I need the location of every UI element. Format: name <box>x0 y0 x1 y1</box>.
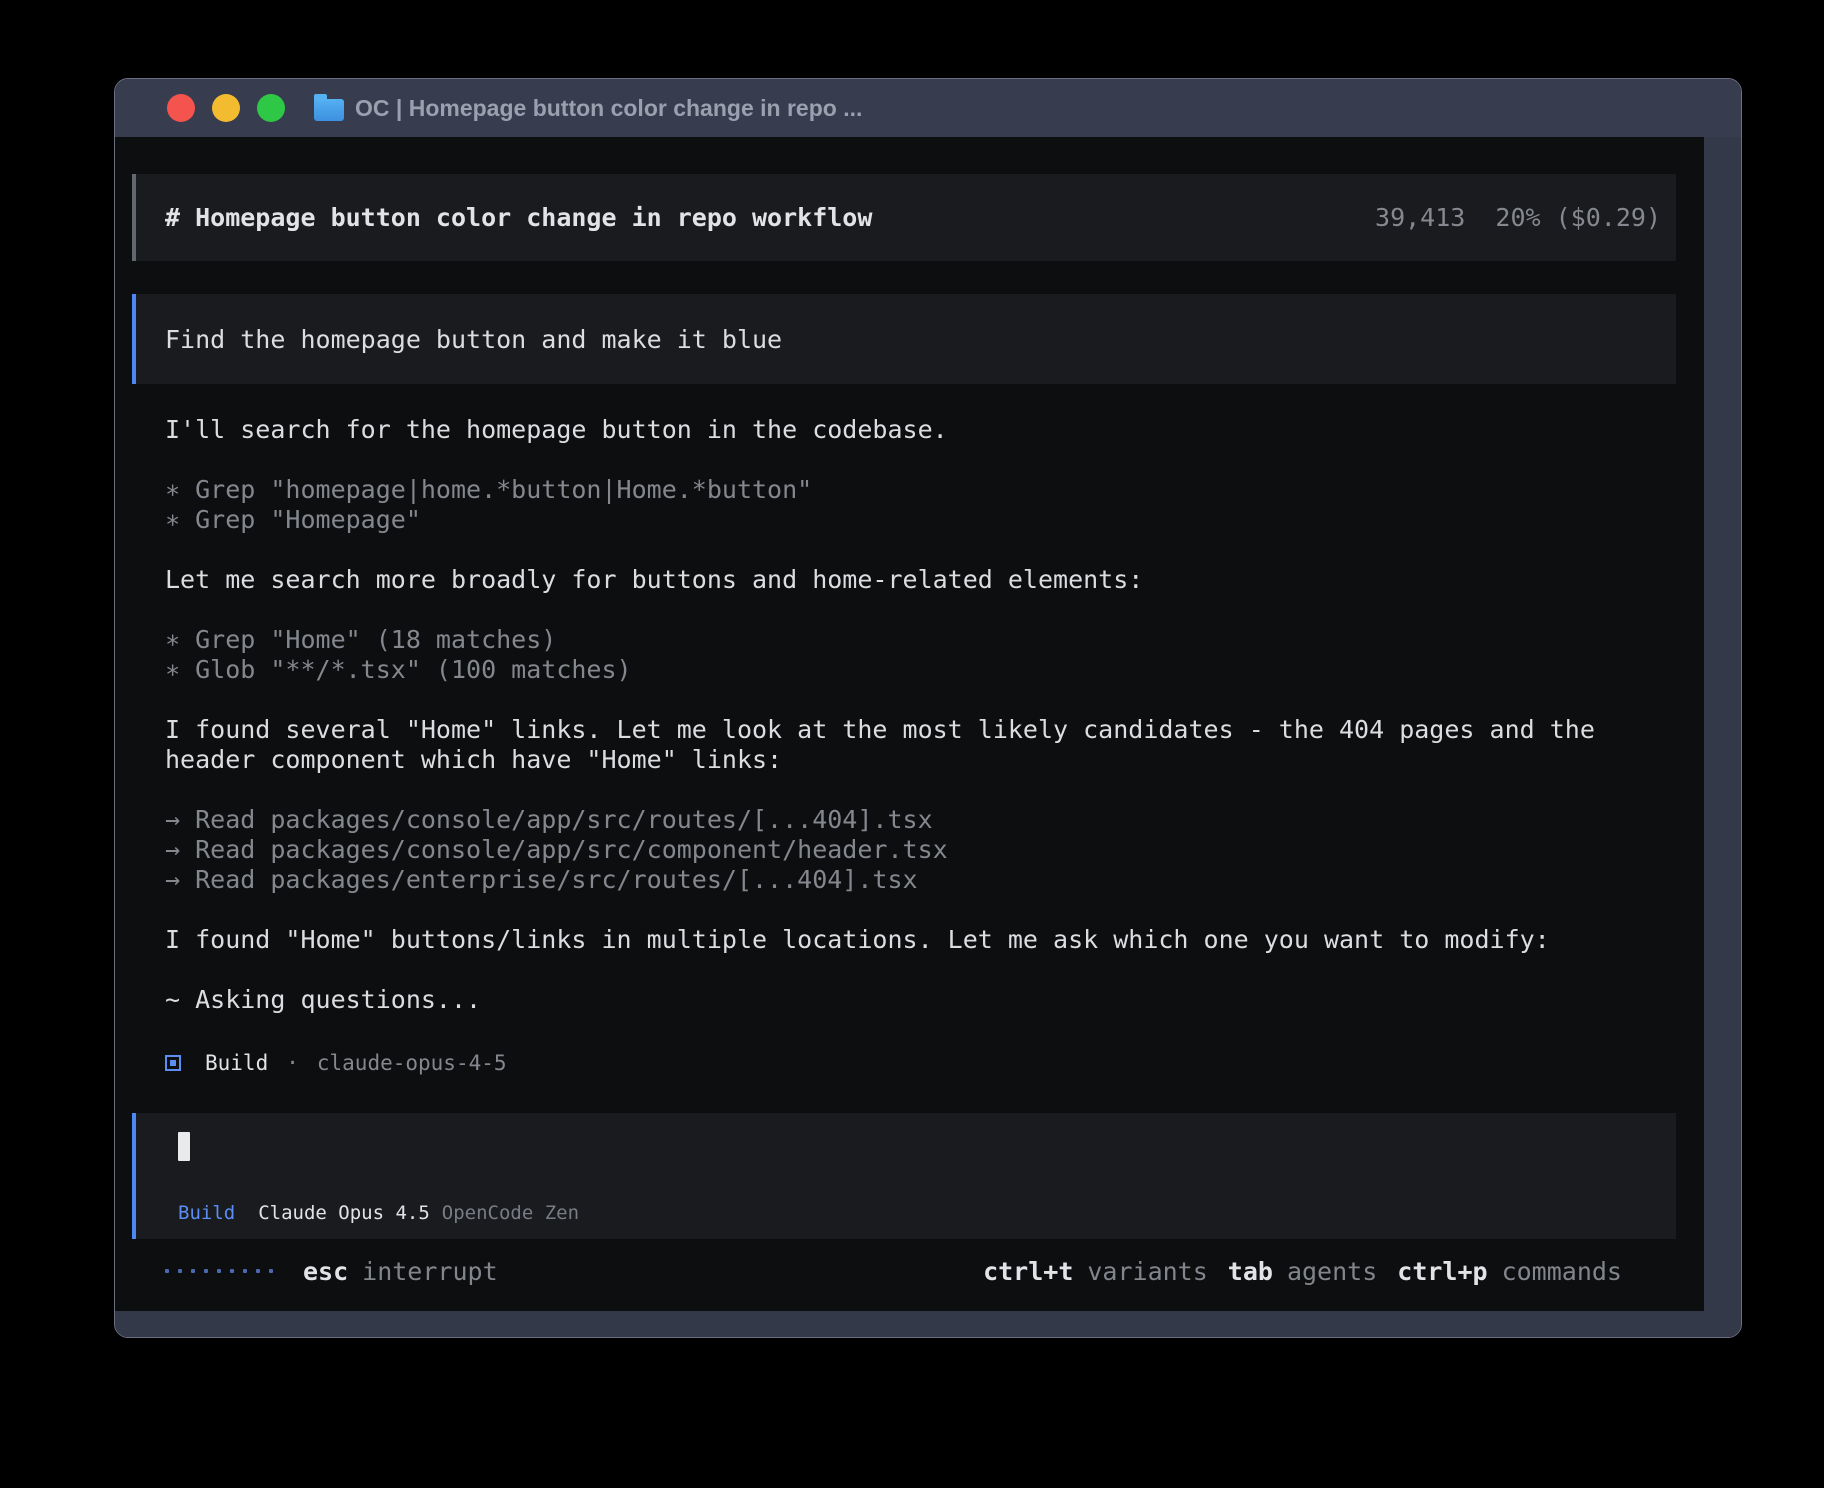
window-footer-bar <box>115 1311 1741 1337</box>
traffic-lights <box>167 94 285 122</box>
tool-call-glob: ∗ Glob "**/*.tsx" (100 matches) <box>165 655 1676 685</box>
assistant-text: header component which have "Home" links… <box>165 745 1676 775</box>
interrupt-label: interrupt <box>362 1257 497 1286</box>
shortcut-variants: ctrl+t variants <box>983 1257 1208 1286</box>
window-title: OC | Homepage button color change in rep… <box>355 95 862 122</box>
session-title: # Homepage button color change in repo w… <box>165 203 872 232</box>
agent-name: Build <box>205 1051 268 1075</box>
minimize-button[interactable] <box>212 94 240 122</box>
shortcut-agents: tab agents <box>1228 1257 1377 1286</box>
user-message-text: Find the homepage button and make it blu… <box>165 325 782 354</box>
terminal-window: OC | Homepage button color change in rep… <box>114 78 1742 1338</box>
composer-input[interactable]: Build Claude Opus 4.5 OpenCode Zen <box>132 1113 1676 1239</box>
agent-status-line: Build · claude-opus-4-5 <box>165 1048 1704 1078</box>
tool-call-grep: ∗ Grep "homepage|home.*button|Home.*butt… <box>165 475 1676 505</box>
agent-model: claude-opus-4-5 <box>317 1051 507 1075</box>
build-agent-icon <box>165 1055 181 1071</box>
composer-provider-label: OpenCode Zen <box>442 1202 579 1224</box>
assistant-status-text: ~ Asking questions... <box>165 985 1676 1015</box>
window-titlebar[interactable]: OC | Homepage button color change in rep… <box>115 79 1741 137</box>
status-bar-left: esc interrupt <box>165 1257 498 1286</box>
assistant-text: Let me search more broadly for buttons a… <box>165 565 1676 595</box>
scrollbar-track[interactable] <box>1704 137 1741 1311</box>
assistant-text: I found several "Home" links. Let me loo… <box>165 715 1676 745</box>
status-bar: esc interrupt ctrl+t variants tab agents… <box>165 1256 1622 1286</box>
session-header: # Homepage button color change in repo w… <box>132 174 1676 261</box>
assistant-text: I found "Home" buttons/links in multiple… <box>165 925 1676 955</box>
status-bar-right: ctrl+t variants tab agents ctrl+p comman… <box>983 1257 1622 1286</box>
user-message: Find the homepage button and make it blu… <box>132 294 1676 384</box>
close-button[interactable] <box>167 94 195 122</box>
folder-icon <box>314 99 344 121</box>
shortcut-commands: ctrl+p commands <box>1397 1257 1622 1286</box>
text-cursor <box>178 1132 190 1161</box>
composer-meta: Build Claude Opus 4.5 OpenCode Zen <box>178 1202 1676 1224</box>
interrupt-key: esc <box>303 1257 348 1286</box>
tool-call-grep: ∗ Grep "Homepage" <box>165 505 1676 535</box>
assistant-text: I'll search for the homepage button in t… <box>165 415 1676 445</box>
separator-dot: · <box>286 1051 299 1075</box>
tool-call-read: → Read packages/console/app/src/componen… <box>165 835 1676 865</box>
composer-model-label: Claude Opus 4.5 <box>258 1202 430 1224</box>
session-view: # Homepage button color change in repo w… <box>115 137 1704 1311</box>
tool-call-grep: ∗ Grep "Home" (18 matches) <box>165 625 1676 655</box>
tool-call-read: → Read packages/enterprise/src/routes/[.… <box>165 865 1676 895</box>
zoom-button[interactable] <box>257 94 285 122</box>
token-usage-stats: 39,413 20% ($0.29) <box>1375 203 1661 232</box>
screen: OC | Homepage button color change in rep… <box>0 0 1824 1488</box>
tool-call-read: → Read packages/console/app/src/routes/[… <box>165 805 1676 835</box>
composer-agent-label[interactable]: Build <box>178 1202 235 1224</box>
spinner-dots <box>165 1269 273 1273</box>
assistant-transcript: I'll search for the homepage button in t… <box>165 415 1676 1015</box>
